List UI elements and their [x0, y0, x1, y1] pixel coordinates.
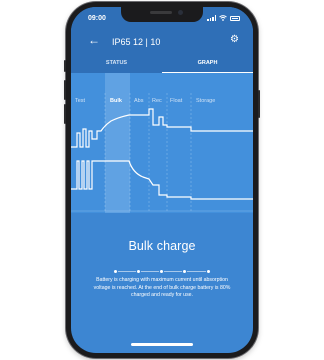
power-button — [258, 90, 260, 118]
system-icons — [207, 15, 240, 21]
active-phase-highlight — [105, 73, 130, 213]
phase-label-storage: Storage — [196, 98, 215, 104]
phone-screen: 09:00 ← IP65 12 | 10 ⚙ STATUS GRAPH Test… — [71, 7, 253, 353]
charge-graph-svg: Test Bulk Abs Rec Float Storage — [71, 73, 253, 213]
gear-icon[interactable]: ⚙ — [230, 34, 239, 45]
mute-switch — [64, 60, 66, 72]
phase-title: Bulk charge — [128, 239, 196, 253]
title-row: ← IP65 12 | 10 ⚙ — [71, 33, 253, 55]
phone-frame: 09:00 ← IP65 12 | 10 ⚙ STATUS GRAPH Test… — [64, 2, 260, 358]
progress-dot[interactable] — [136, 268, 141, 274]
speaker — [150, 11, 172, 14]
current-curve — [71, 160, 253, 200]
voltage-curve — [71, 108, 253, 148]
home-indicator[interactable] — [131, 343, 193, 346]
phase-label-test: Test — [75, 98, 86, 104]
progress-dot[interactable] — [182, 268, 187, 274]
progress-dot[interactable] — [206, 268, 211, 274]
wifi-icon — [219, 15, 227, 21]
phase-description: Battery is charging with maximum current… — [93, 277, 231, 298]
volume-down-button — [64, 104, 66, 124]
phase-label-bulk: Bulk — [110, 98, 123, 104]
device-title: IP65 12 | 10 — [112, 37, 161, 47]
arrow-left-icon[interactable]: ← — [88, 33, 100, 47]
clock: 09:00 — [88, 15, 106, 22]
phase-caption: Bulk charge — [71, 239, 253, 253]
cellular-signal-icon — [207, 15, 216, 21]
charge-graph: Test Bulk Abs Rec Float Storage — [71, 73, 253, 213]
progress-dot[interactable] — [159, 268, 164, 274]
battery-icon — [230, 15, 240, 21]
tab-graph[interactable]: GRAPH — [162, 60, 253, 66]
tab-bar: STATUS GRAPH — [71, 57, 253, 73]
phase-label-rec: Rec — [152, 98, 162, 104]
notch — [121, 7, 203, 22]
front-camera — [178, 10, 183, 15]
tab-status[interactable]: STATUS — [71, 60, 162, 66]
volume-up-button — [64, 80, 66, 100]
phase-label-float: Float — [170, 98, 183, 104]
phase-label-abs: Abs — [134, 98, 144, 104]
phase-progress — [113, 268, 211, 274]
progress-dot[interactable] — [113, 268, 118, 274]
